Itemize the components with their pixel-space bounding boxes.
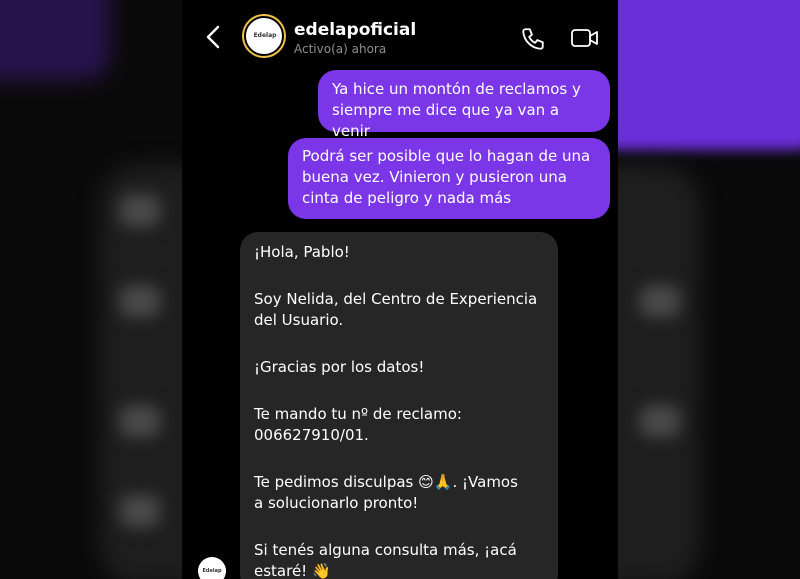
- received-message[interactable]: ¡Hola, Pablo! Soy Nelida, del Centro de …: [240, 232, 558, 579]
- claim-number: 006627910/01.: [254, 426, 369, 444]
- waving-hand-emoji: 👋: [311, 562, 331, 579]
- claim-label: Te mando tu nº de reclamo:: [254, 405, 462, 423]
- video-camera-icon[interactable]: [570, 26, 600, 50]
- blurred-text-line: [120, 195, 160, 227]
- sender-avatar-logo-text: Edelap: [202, 568, 222, 574]
- contact-status: Activo(a) ahora: [294, 42, 387, 56]
- blurred-text-line: [120, 405, 160, 437]
- message-thanks: ¡Gracias por los datos!: [254, 358, 425, 376]
- closing-text: Si tenés alguna consulta más, ¡acá estar…: [254, 541, 517, 579]
- blurred-text-line: [640, 285, 680, 317]
- phone-icon[interactable]: [520, 26, 546, 52]
- sent-message[interactable]: Ya hice un montón de reclamos y siempre …: [318, 70, 610, 140]
- sent-message[interactable]: Podrá ser posible que lo hagan de una bu…: [288, 138, 610, 219]
- blurred-text-line: [640, 405, 680, 437]
- message-greeting: ¡Hola, Pablo!: [254, 243, 350, 261]
- apology-text: Te pedimos disculpas: [254, 473, 419, 491]
- chat-header: Edelap edelapoficial Activo(a) ahora: [182, 0, 618, 64]
- contact-name[interactable]: edelapoficial: [294, 20, 416, 40]
- blurred-text-line: [120, 285, 160, 317]
- message-closing: Si tenés alguna consulta más, ¡acá estar…: [254, 540, 544, 579]
- sender-avatar[interactable]: Edelap: [198, 557, 226, 579]
- message-intro: Soy Nelida, del Centro de Experiencia de…: [254, 290, 538, 329]
- blurred-text-line: [120, 495, 160, 527]
- avatar-logo-text: Edelap: [253, 32, 277, 39]
- chevron-left-icon[interactable]: [204, 24, 222, 50]
- chat-screen: Edelap edelapoficial Activo(a) ahora Ya …: [182, 0, 618, 579]
- message-apology: Te pedimos disculpas 😊🙏. ¡Vamos a soluci…: [254, 472, 544, 514]
- message-claim: Te mando tu nº de reclamo: 006627910/01.: [254, 404, 544, 446]
- blurred-header-glow: [0, 0, 110, 80]
- avatar[interactable]: Edelap: [244, 16, 284, 56]
- smile-pray-emoji: 😊🙏: [418, 473, 453, 491]
